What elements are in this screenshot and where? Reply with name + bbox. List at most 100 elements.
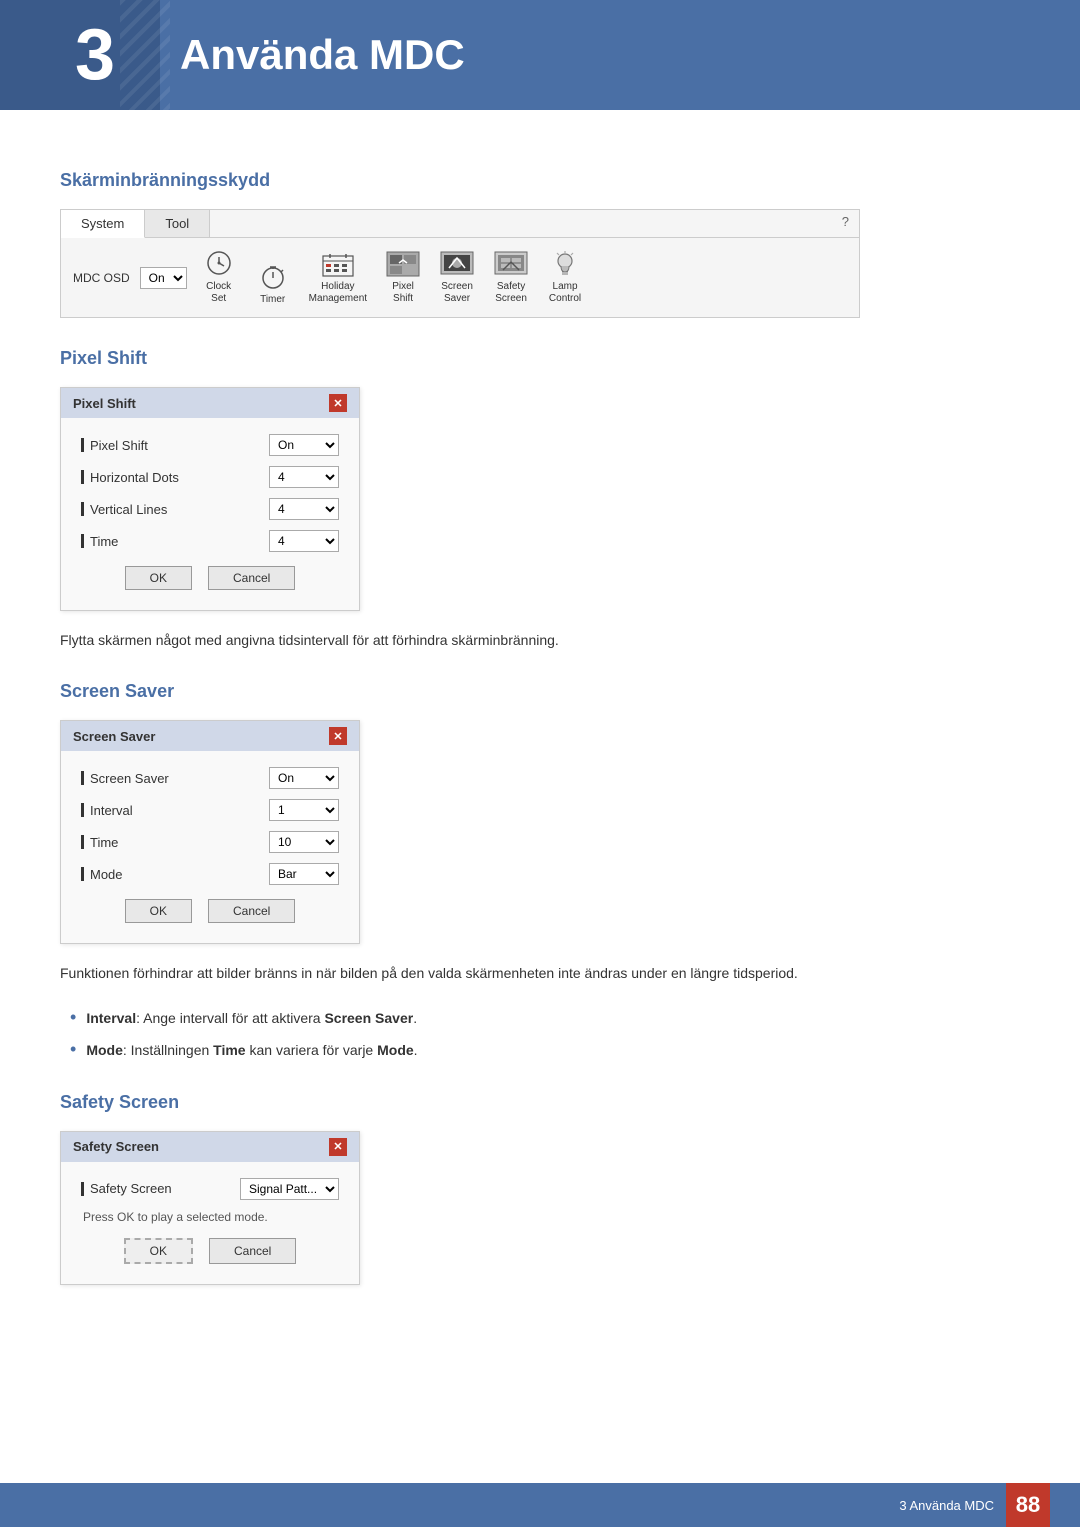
screen-saver-close-button[interactable]: ✕ (329, 727, 347, 745)
safety-screen-title-bar: Safety Screen ✕ (61, 1132, 359, 1162)
toolbar-icon-holiday[interactable]: HolidayManagement (301, 246, 375, 309)
screen-saver-title: Screen Saver (73, 729, 155, 744)
screen-saver-row-4: Mode BarPixelFade (81, 863, 339, 885)
screen-saver-title-bar: Screen Saver ✕ (61, 721, 359, 751)
screen-saver-row-1: Screen Saver OnOff (81, 767, 339, 789)
section-heading-burn: Skärminbränningsskydd (60, 170, 1020, 191)
timer-label: Timer (260, 294, 285, 305)
screen-saver-row-3: Time 10515 (81, 831, 339, 853)
pixel-shift-title-bar: Pixel Shift ✕ (61, 388, 359, 418)
safety-screen-dialog: Safety Screen ✕ Safety Screen Signal Pat… (60, 1131, 360, 1285)
toolbar-icon-pixel-shift[interactable]: PixelShift (377, 246, 429, 309)
interval-select[interactable]: 123 (269, 799, 339, 821)
row-indicator-4 (81, 534, 84, 548)
safety-screen-icon (493, 250, 529, 278)
main-content: Skärminbränningsskydd System Tool ? MDC … (0, 110, 1080, 1363)
safety-screen-cancel-button[interactable]: Cancel (209, 1238, 296, 1264)
row-indicator-ss2 (81, 803, 84, 817)
feature-bullet-list: • Interval: Ange intervall för att aktiv… (60, 1007, 1020, 1062)
tab-tool[interactable]: Tool (145, 210, 210, 237)
bullet-text-mode: Mode: Inställningen Time kan variera för… (86, 1039, 417, 1061)
screen-saver-label-1: Screen Saver (81, 771, 169, 786)
bullet-dot-2: • (70, 1039, 76, 1061)
row-indicator (81, 438, 84, 452)
section-heading-pixel: Pixel Shift (60, 348, 1020, 369)
clock-set-icon (201, 250, 237, 278)
pixel-shift-row-3: Vertical Lines 4123 (81, 498, 339, 520)
pixel-shift-row-2: Horizontal Dots 4123 (81, 466, 339, 488)
mode-label: Mode (81, 867, 123, 882)
pixel-shift-title: Pixel Shift (73, 396, 136, 411)
safety-screen-row-1: Safety Screen Signal Patt...ScrollPixel (81, 1178, 339, 1200)
time-label-ps: Time (81, 534, 118, 549)
safety-screen-label-1: Safety Screen (81, 1181, 172, 1196)
pixel-shift-dialog: Pixel Shift ✕ Pixel Shift OnOff Horizont… (60, 387, 360, 611)
toolbar-icon-timer[interactable]: Timer (247, 259, 299, 309)
horizontal-dots-select[interactable]: 4123 (269, 466, 339, 488)
pixel-shift-label-1: Pixel Shift (81, 438, 148, 453)
mdc-osd-select[interactable]: On Off (140, 267, 187, 289)
screen-saver-row-2: Interval 123 (81, 799, 339, 821)
safety-screen-body: Safety Screen Signal Patt...ScrollPixel … (61, 1162, 359, 1284)
row-indicator-ss4 (81, 867, 84, 881)
pixel-shift-label: PixelShift (392, 281, 414, 305)
screen-saver-term: Screen Saver (324, 1010, 413, 1026)
footer-text: 3 Använda MDC (899, 1498, 994, 1513)
row-indicator-ss1 (81, 771, 84, 785)
lamp-control-icon (547, 250, 583, 278)
bullet-item-interval: • Interval: Ange intervall för att aktiv… (70, 1007, 1020, 1029)
section-heading-screen: Screen Saver (60, 681, 1020, 702)
screen-saver-cancel-button[interactable]: Cancel (208, 899, 295, 923)
screen-saver-ok-button[interactable]: OK (125, 899, 192, 923)
mode-term-2: Mode (377, 1042, 414, 1058)
horizontal-dots-label: Horizontal Dots (81, 470, 179, 485)
screen-saver-body: Screen Saver OnOff Interval 123 Time (61, 751, 359, 943)
pixel-shift-buttons: OK Cancel (81, 566, 339, 594)
toolbar-icon-screen-saver[interactable]: ScreenSaver (431, 246, 483, 309)
page-number: 88 (1006, 1483, 1050, 1527)
bullet-text-interval: Interval: Ange intervall för att aktiver… (86, 1007, 417, 1029)
toolbar-icon-lamp-control[interactable]: LampControl (539, 246, 591, 309)
mode-term: Mode (86, 1042, 123, 1058)
toolbar-tabs: System Tool ? (61, 210, 859, 238)
pixel-shift-cancel-button[interactable]: Cancel (208, 566, 295, 590)
toolbar-icons: ClockSet Timer (193, 246, 591, 309)
safety-screen-ok-button[interactable]: OK (124, 1238, 193, 1264)
toolbar-icon-clock-set[interactable]: ClockSet (193, 246, 245, 309)
screen-saver-description: Funktionen förhindrar att bilder bränns … (60, 962, 1020, 984)
holiday-icon (320, 250, 356, 278)
screen-saver-select[interactable]: OnOff (269, 767, 339, 789)
safety-screen-select[interactable]: Signal Patt...ScrollPixel (240, 1178, 339, 1200)
row-indicator-3 (81, 502, 84, 516)
screen-saver-buttons: OK Cancel (81, 899, 339, 927)
safety-screen-note: Press OK to play a selected mode. (81, 1210, 339, 1224)
row-indicator-2 (81, 470, 84, 484)
pixel-shift-body: Pixel Shift OnOff Horizontal Dots 4123 (61, 418, 359, 610)
help-button[interactable]: ? (832, 210, 859, 237)
time-select-ss[interactable]: 10515 (269, 831, 339, 853)
safety-screen-title: Safety Screen (73, 1139, 159, 1154)
screen-saver-dialog: Screen Saver ✕ Screen Saver OnOff Interv… (60, 720, 360, 944)
safety-screen-label: SafetyScreen (495, 281, 527, 305)
time-select-ps[interactable]: 4123 (269, 530, 339, 552)
pixel-shift-icon (385, 250, 421, 278)
pixel-shift-select[interactable]: OnOff (269, 434, 339, 456)
pixel-shift-description: Flytta skärmen något med angivna tidsint… (60, 629, 1020, 651)
mode-select[interactable]: BarPixelFade (269, 863, 339, 885)
bullet-dot-1: • (70, 1007, 76, 1029)
clock-set-label: ClockSet (206, 281, 231, 305)
pixel-shift-row-1: Pixel Shift OnOff (81, 434, 339, 456)
safety-screen-row-label: Safety Screen (90, 1181, 172, 1196)
row-indicator-ss3 (81, 835, 84, 849)
interval-term: Interval (86, 1010, 136, 1026)
safety-screen-close-button[interactable]: ✕ (329, 1138, 347, 1156)
pixel-shift-close-button[interactable]: ✕ (329, 394, 347, 412)
toolbar-icon-safety-screen[interactable]: SafetyScreen (485, 246, 537, 309)
tab-system[interactable]: System (61, 210, 145, 238)
vertical-lines-label: Vertical Lines (81, 502, 167, 517)
pixel-shift-row-4: Time 4123 (81, 530, 339, 552)
row-indicator-saf1 (81, 1182, 84, 1196)
pixel-shift-ok-button[interactable]: OK (125, 566, 192, 590)
toolbar-panel: System Tool ? MDC OSD On Off (60, 209, 860, 318)
vertical-lines-select[interactable]: 4123 (269, 498, 339, 520)
